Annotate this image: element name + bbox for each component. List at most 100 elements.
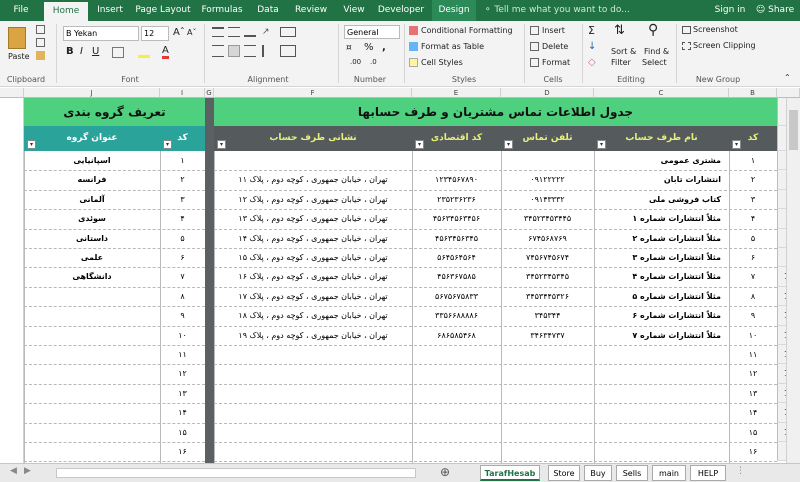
column-header-d[interactable]: D	[501, 88, 594, 98]
group-cell-title[interactable]	[24, 384, 160, 403]
group-cell-code[interactable]: ۸	[160, 287, 205, 306]
increase-decimal-icon[interactable]: .00	[350, 58, 361, 66]
cell-econ[interactable]	[412, 345, 501, 364]
clear-icon[interactable]: ◇	[588, 57, 596, 68]
cell-address[interactable]: تهران ، خیابان جمهوری ، کوچه دوم ، پلاک …	[214, 229, 412, 248]
cell-address[interactable]: تهران ، خیابان جمهوری ، کوچه دوم ، پلاک …	[214, 209, 412, 228]
cell-name[interactable]: مشتری عمومی	[594, 151, 729, 170]
cell-code[interactable]: ۳	[729, 190, 777, 209]
cell-code[interactable]: ۴	[729, 209, 777, 228]
group-cell-title[interactable]	[24, 423, 160, 442]
cell-name[interactable]: مثلاً انتشارات شماره ۶	[594, 306, 729, 325]
percent-icon[interactable]: %	[364, 42, 374, 53]
format-painter-icon[interactable]	[36, 51, 45, 60]
column-header-b[interactable]: B	[729, 88, 777, 98]
column-header-k[interactable]	[0, 88, 24, 98]
cell-econ[interactable]: ۱۲۳۴۵۶۷۸۹۰	[412, 170, 501, 189]
cell-code[interactable]: ۱	[729, 151, 777, 170]
cell-code[interactable]: ۲	[729, 170, 777, 189]
cell-address[interactable]: تهران ، خیابان جمهوری ، کوچه دوم ، پلاک …	[214, 326, 412, 345]
cell-phone[interactable]	[501, 423, 594, 442]
cell-name[interactable]: انتشارات تابان	[594, 170, 729, 189]
cell-name[interactable]	[594, 423, 729, 442]
tab-data[interactable]: Data	[252, 0, 284, 21]
screenshot-button[interactable]: Screenshot	[693, 25, 738, 34]
tell-me-box[interactable]: ⚬ Tell me what you want to do...	[484, 0, 674, 21]
cell-name[interactable]: کتاب فروشی ملی	[594, 190, 729, 209]
screen-clipping-button[interactable]: Screen Clipping	[693, 41, 756, 50]
cell-address[interactable]	[214, 151, 412, 170]
group-cell-title[interactable]: داستانی	[24, 229, 160, 248]
comma-icon[interactable]: ,	[382, 42, 386, 53]
cell-econ[interactable]: ۵۶۷۵۶۷۵۸۳۳	[412, 287, 501, 306]
group-cell-title[interactable]: علمی	[24, 248, 160, 267]
align-middle-icon[interactable]	[228, 27, 240, 37]
tab-design[interactable]: Design	[432, 0, 476, 21]
align-bottom-icon[interactable]	[244, 27, 256, 37]
sort-filter-label-2[interactable]: Filter	[611, 58, 631, 67]
bold-icon[interactable]: B	[66, 46, 74, 57]
sheet-tab-store[interactable]: Store	[548, 465, 580, 481]
cell-name[interactable]: مثلاً انتشارات شماره ۷	[594, 326, 729, 345]
group-cell-code[interactable]: ۴	[160, 209, 205, 228]
column-header-j[interactable]: J	[24, 88, 160, 98]
tab-page-layout[interactable]: Page Layout	[134, 0, 192, 21]
cell-econ[interactable]	[412, 403, 501, 422]
fill-icon[interactable]: ↓	[588, 41, 596, 52]
cell-address[interactable]: تهران ، خیابان جمهوری ، کوچه دوم ، پلاک …	[214, 170, 412, 189]
indent-icon[interactable]	[262, 45, 274, 57]
borders-icon[interactable]	[112, 47, 124, 58]
group-cell-code[interactable]: ۷	[160, 267, 205, 286]
cell-phone[interactable]: ۳۴۵۲۳۴۵۳۴۴۵	[501, 209, 594, 228]
cell-econ[interactable]: ۴۵۶۳۴۵۶۳۴۵	[412, 229, 501, 248]
sort-filter-label[interactable]: Sort &	[611, 47, 636, 56]
filter-dropdown-icon[interactable]: ▾	[217, 140, 226, 149]
cell-phone[interactable]: ۳۴۵۲۳۴۵۳۴۵	[501, 267, 594, 286]
filter-dropdown-icon[interactable]: ▾	[27, 140, 36, 149]
group-table-title[interactable]: تعریف گروه بندی	[24, 98, 205, 126]
header-address[interactable]: نشانی طرف حساب	[214, 126, 412, 151]
italic-icon[interactable]: I	[80, 46, 83, 57]
cell-phone[interactable]: ۳۴۵۳۴۴	[501, 306, 594, 325]
cell-code[interactable]: ۱۵	[729, 423, 777, 442]
insert-cells-button[interactable]: Insert	[542, 26, 565, 35]
align-right-icon[interactable]	[244, 45, 256, 57]
currency-icon[interactable]: ¤	[346, 43, 352, 53]
group-cell-title[interactable]	[24, 364, 160, 383]
cell-econ[interactable]: ۲۳۵۲۳۶۲۳۶	[412, 190, 501, 209]
group-cell-code[interactable]: ۱۱	[160, 345, 205, 364]
cell-address[interactable]	[214, 345, 412, 364]
cell-phone[interactable]: ۳۴۶۳۴۷۳۷	[501, 326, 594, 345]
underline-icon[interactable]: U	[92, 46, 99, 57]
share-button[interactable]: ☺ Share	[754, 0, 796, 21]
cell-phone[interactable]: ۷۴۵۶۷۴۵۶۷۴	[501, 248, 594, 267]
cell-phone[interactable]	[501, 364, 594, 383]
cell-name[interactable]: مثلاً انتشارات شماره ۵	[594, 287, 729, 306]
group-cell-title[interactable]: فرانسه	[24, 170, 160, 189]
column-header-f[interactable]: F	[214, 88, 412, 98]
cell-econ[interactable]: ۴۵۶۳۴۵۶۳۴۵۶	[412, 209, 501, 228]
cell-address[interactable]: تهران ، خیابان جمهوری ، کوچه دوم ، پلاک …	[214, 248, 412, 267]
cell-name[interactable]: مثلاً انتشارات شماره ۳	[594, 248, 729, 267]
cell-address[interactable]	[214, 403, 412, 422]
sheet-tab-tarafhesab[interactable]: TarafHesab	[480, 465, 540, 481]
column-header-i[interactable]: I	[160, 88, 205, 98]
group-cell-title[interactable]	[24, 306, 160, 325]
cell-code[interactable]: ۹	[729, 306, 777, 325]
group-cell-title[interactable]: دانشگاهی	[24, 267, 160, 286]
cell-name[interactable]	[594, 403, 729, 422]
number-format-box[interactable]: General	[344, 25, 400, 39]
find-select-label-2[interactable]: Select	[642, 58, 667, 67]
cell-phone[interactable]: ۳۴۵۳۴۴۵۳۲۶	[501, 287, 594, 306]
sheet-tab-buy[interactable]: Buy	[584, 465, 612, 481]
group-header-title[interactable]: عنوان گروه	[24, 126, 160, 151]
filter-dropdown-icon[interactable]: ▾	[163, 140, 172, 149]
cell-code[interactable]: ۱۳	[729, 384, 777, 403]
tab-insert[interactable]: Insert	[92, 0, 128, 21]
align-left-icon[interactable]	[212, 45, 224, 57]
group-cell-code[interactable]: ۱۶	[160, 442, 205, 461]
filter-dropdown-icon[interactable]: ▾	[504, 140, 513, 149]
sheet-scroll-right-icon[interactable]: ▶	[24, 466, 31, 476]
filter-dropdown-icon[interactable]: ▾	[415, 140, 424, 149]
format-as-table-button[interactable]: Format as Table	[421, 42, 484, 51]
